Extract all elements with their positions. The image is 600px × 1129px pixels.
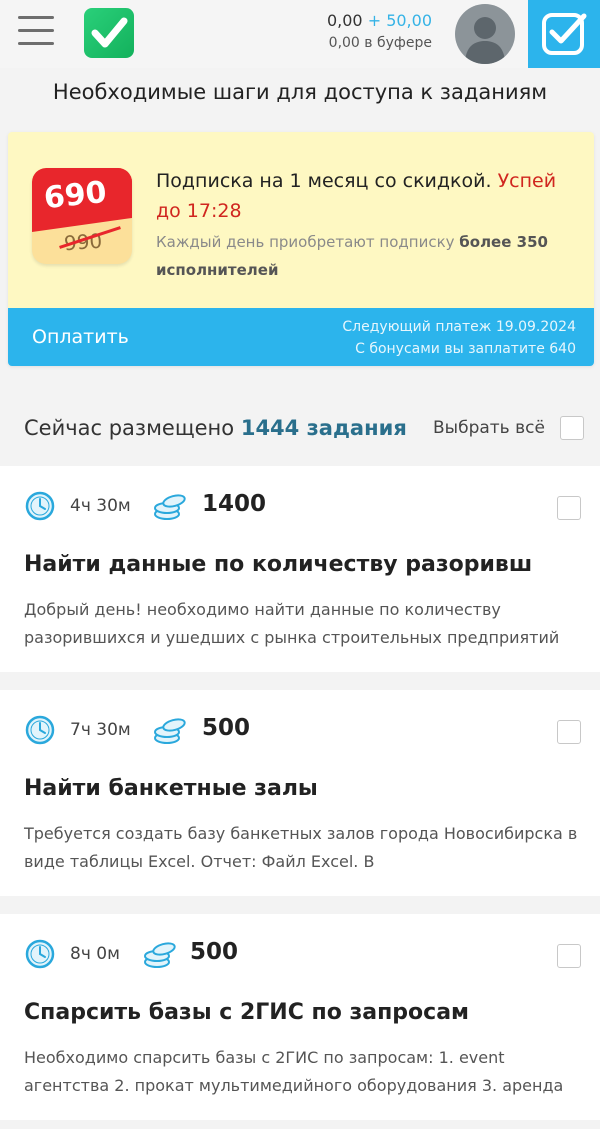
select-all-checkbox[interactable] <box>560 416 584 440</box>
task-price: 500 <box>202 715 251 741</box>
task-checkbox[interactable] <box>557 496 581 520</box>
next-payment-date: Следующий платеж 19.09.2024 <box>342 319 576 335</box>
task-checkbox[interactable] <box>557 720 581 744</box>
pay-button-label: Оплатить <box>32 326 129 348</box>
subscription-promo: 690 990 Подписка на 1 месяц со скидкой. … <box>8 132 594 366</box>
task-title: Спарсить базы с 2ГИС по запросам <box>24 1000 470 1025</box>
tasks-header: Сейчас размещено 1444 задания Выбрать вс… <box>0 400 600 456</box>
task-card[interactable]: 4ч 30м 1400 Найти данные по количеству р… <box>0 466 600 672</box>
promo-subtext-plain: Каждый день приобретают подписку <box>156 233 455 251</box>
checkbox-check-icon <box>542 13 587 55</box>
coins-icon <box>144 942 176 968</box>
tasks-count-prefix: Сейчас размещено <box>24 416 235 440</box>
promo-subtext: Каждый день приобретают подписку более 3… <box>156 228 576 284</box>
task-time: 7ч 30м <box>70 720 131 740</box>
coins-icon <box>154 718 186 744</box>
task-price: 1400 <box>202 491 267 517</box>
task-description: Необходимо спарсить базы с 2ГИС по запро… <box>24 1048 564 1095</box>
bonus-payment: С бонусами вы заплатите 640 <box>355 341 576 357</box>
balance-block[interactable]: 0,00 + 50,00 0,00 в буфере <box>327 11 432 53</box>
avatar[interactable] <box>455 4 515 64</box>
task-time: 8ч 0м <box>70 944 120 964</box>
task-price: 500 <box>190 939 239 965</box>
buffer-value: 0,00 в буфере <box>328 35 432 51</box>
top-bar: 0,00 + 50,00 0,00 в буфере <box>0 0 600 68</box>
task-description: Требуется создать базу банкетных залов г… <box>24 824 578 871</box>
price-new: 690 <box>42 174 109 217</box>
clock-icon <box>25 715 55 745</box>
clock-icon <box>25 491 55 521</box>
pay-button[interactable]: Оплатить Следующий платеж 19.09.2024 С б… <box>8 308 594 366</box>
balance-line: 0,00 + 50,00 <box>327 11 432 31</box>
task-time: 4ч 30м <box>70 496 131 516</box>
tasks-count: Сейчас размещено 1444 задания <box>24 416 407 440</box>
next-payment-info: Следующий платеж 19.09.2024 С бонусами в… <box>342 316 576 360</box>
select-all-label[interactable]: Выбрать всё <box>433 418 545 438</box>
task-card[interactable]: 8ч 0м 500 Спарсить базы с 2ГИС по запрос… <box>0 914 600 1120</box>
task-card[interactable]: 7ч 30м 500 Найти банкетные залы Требуетс… <box>0 690 600 896</box>
bonus-value: + 50,00 <box>367 11 432 30</box>
task-description: Добрый день! необходимо найти данные по … <box>24 600 560 647</box>
hamburger-menu-icon[interactable] <box>18 16 54 48</box>
task-title: Найти банкетные залы <box>24 776 318 801</box>
promo-title: Подписка на 1 месяц со скидкой. Успей до… <box>156 166 576 226</box>
price-badge-icon: 690 990 <box>32 168 132 264</box>
tasks-count-number: 1444 задания <box>240 416 407 440</box>
task-title: Найти данные по количеству разоривш <box>24 552 533 577</box>
promo-title-text: Подписка на 1 месяц со скидкой. <box>156 170 492 192</box>
app-logo-icon[interactable] <box>84 8 134 58</box>
tasks-app-button[interactable] <box>528 0 600 68</box>
user-silhouette-icon <box>465 17 505 64</box>
promo-body: 690 990 Подписка на 1 месяц со скидкой. … <box>8 132 594 308</box>
balance-value: 0,00 <box>326 11 363 30</box>
task-checkbox[interactable] <box>557 944 581 968</box>
clock-icon <box>25 939 55 969</box>
page-title: Необходимые шаги для доступа к заданиям <box>52 80 548 104</box>
coins-icon <box>154 494 186 520</box>
